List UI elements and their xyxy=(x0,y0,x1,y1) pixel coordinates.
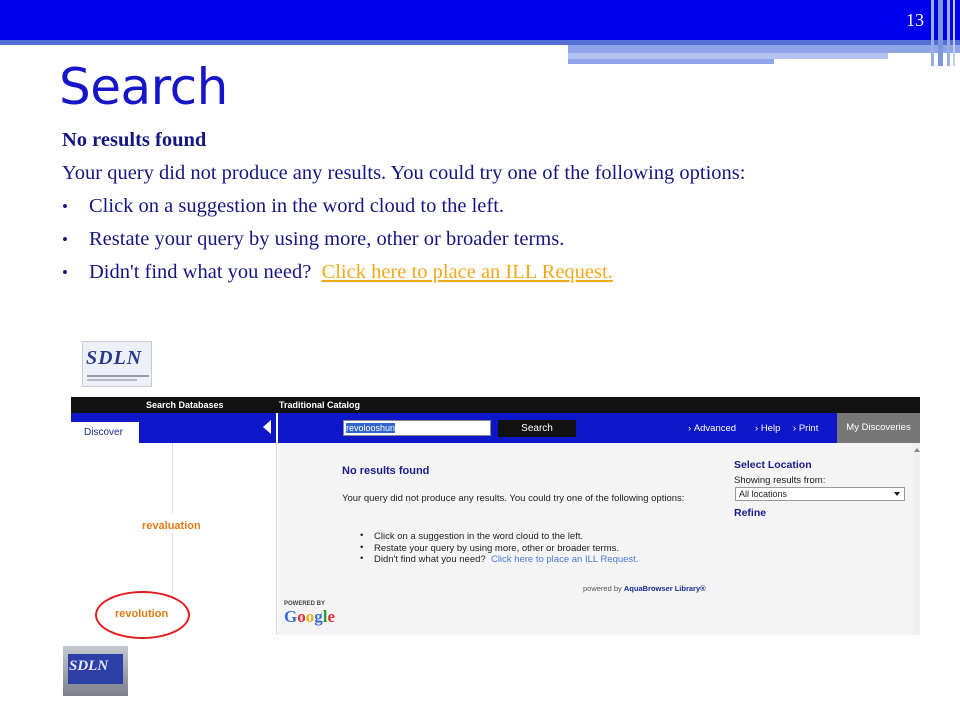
bullet-item: Didn't find what you need? Click here to… xyxy=(62,256,892,289)
header-bar xyxy=(947,0,950,66)
showing-results-label: Showing results from: xyxy=(734,475,826,486)
catalog-screenshot: SDLN Search Databases Traditional Catalo… xyxy=(71,333,920,639)
location-select[interactable]: All locations xyxy=(735,487,905,501)
search-button[interactable]: Search xyxy=(498,420,576,437)
header-band xyxy=(0,0,960,40)
highlight-circle xyxy=(95,591,190,639)
results-item: Didn't find what you need? Click here to… xyxy=(360,553,639,566)
collapse-arrow-icon[interactable] xyxy=(263,420,271,434)
refine-title: Refine xyxy=(734,507,767,519)
powered-by-aquabrowser: powered by AquaBrowser Library® xyxy=(583,584,706,593)
bullet-text: Didn't find what you need? xyxy=(89,261,312,283)
sdln-footer-logo: SDLN xyxy=(63,646,128,696)
header-stripe xyxy=(568,45,960,53)
scroll-up-icon[interactable] xyxy=(914,448,920,452)
link-help[interactable]: › Help xyxy=(755,423,780,434)
slide-number: 13 xyxy=(906,10,924,30)
results-item: Restate your query by using more, other … xyxy=(360,542,638,555)
my-discoveries-button[interactable]: My Discoveries xyxy=(837,413,920,443)
results-item: Click on a suggestion in the word cloud … xyxy=(360,530,638,543)
header-bar xyxy=(931,0,934,66)
tab-discover[interactable]: Discover xyxy=(71,422,139,443)
header-bar xyxy=(953,0,955,66)
slide-body: No results found Your query did not prod… xyxy=(62,124,892,289)
header-bar xyxy=(938,0,943,66)
results-title: No results found xyxy=(342,465,430,477)
top-nav: Search Databases Traditional Catalog xyxy=(71,397,920,413)
sdln-logo: SDLN xyxy=(82,341,152,387)
google-badge: POWERED BY Google xyxy=(284,601,336,626)
no-results-paragraph: Your query did not produce any results. … xyxy=(62,162,746,184)
select-location-title: Select Location xyxy=(734,459,812,471)
results-list: Click on a suggestion in the word cloud … xyxy=(360,530,639,566)
ill-request-link[interactable]: Click here to place an ILL Request. xyxy=(322,261,613,283)
results-text: Your query did not produce any results. … xyxy=(342,493,685,504)
bullet-item: Restate your query by using more, other … xyxy=(62,223,892,256)
search-input[interactable]: revolooshun xyxy=(343,420,491,436)
no-results-heading: No results found xyxy=(62,129,207,151)
google-logo: Google xyxy=(284,607,336,626)
location-pane xyxy=(728,443,920,635)
link-print[interactable]: › Print xyxy=(793,423,818,434)
header-stripe xyxy=(568,59,774,64)
scrollbar[interactable] xyxy=(913,443,920,635)
cloud-word-revaluation[interactable]: revaluation xyxy=(142,520,201,532)
chevron-down-icon xyxy=(894,492,900,496)
nav-traditional-catalog[interactable]: Traditional Catalog xyxy=(279,400,360,410)
results-ill-link[interactable]: Click here to place an ILL Request. xyxy=(491,554,639,565)
bullet-item: Click on a suggestion in the word cloud … xyxy=(62,190,892,223)
slide-title: Search xyxy=(59,58,228,116)
nav-search-databases[interactable]: Search Databases xyxy=(146,400,224,410)
link-advanced[interactable]: › Advanced xyxy=(688,423,736,434)
